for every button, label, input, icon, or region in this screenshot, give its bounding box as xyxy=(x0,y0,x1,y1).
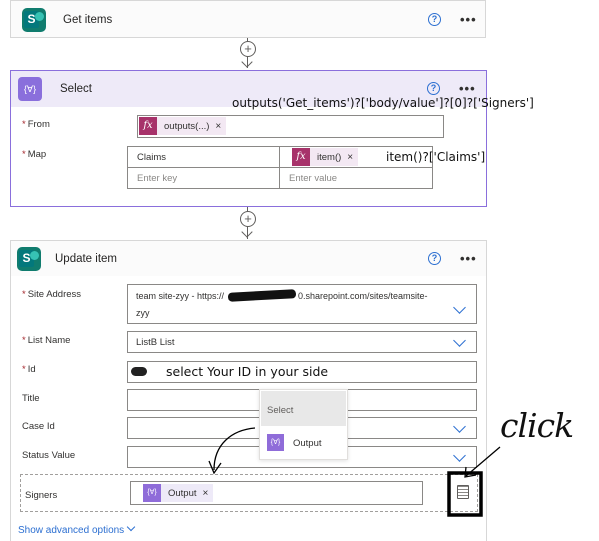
help-icon[interactable]: ? xyxy=(427,82,440,95)
arrow-down-icon xyxy=(241,56,253,68)
more-options-icon[interactable]: ••• xyxy=(460,12,477,27)
sharepoint-icon: S xyxy=(22,8,46,32)
get-items-title[interactable]: Get items xyxy=(63,14,112,26)
sharepoint-icon: S xyxy=(17,246,41,271)
switch-input-mode-icon[interactable] xyxy=(457,485,469,499)
site-address-field[interactable]: team site-zyy - https:// 0.sharepoint.co… xyxy=(127,284,477,324)
item-expression-annotation: item()?['Claims'] xyxy=(386,150,486,164)
from-token[interactable]: fx outputs(...) × xyxy=(139,117,227,135)
signers-token[interactable]: {∀} Output × xyxy=(143,484,214,502)
chevron-down-icon[interactable] xyxy=(453,334,466,347)
from-field[interactable]: fx outputs(...) × xyxy=(137,115,444,138)
map-key-input[interactable]: Enter key xyxy=(127,167,280,189)
remove-token-icon[interactable]: × xyxy=(347,152,358,163)
id-label: * Id xyxy=(22,364,36,375)
get-items-card[interactable]: S Get items ? ••• xyxy=(10,0,486,38)
from-label: * From xyxy=(22,119,50,130)
redaction-scribble xyxy=(227,289,297,302)
select-title[interactable]: Select xyxy=(60,83,92,95)
arrow-down-icon xyxy=(241,226,253,238)
more-options-icon[interactable]: ••• xyxy=(459,81,476,96)
map-label: * Map xyxy=(22,149,47,160)
add-step-icon[interactable]: + xyxy=(240,211,256,227)
list-name-label: * List Name xyxy=(22,335,71,346)
function-icon: fx xyxy=(292,148,310,166)
popup-item-output[interactable]: {∀} Output xyxy=(260,428,347,458)
variable-icon: {∀} xyxy=(143,484,161,502)
popup-header: Select xyxy=(261,391,346,426)
value-token[interactable]: fx item() × xyxy=(292,148,359,166)
select-card[interactable]: {∀} Select ? ••• * From fx outputs(...) ×… xyxy=(10,70,487,207)
outputs-expression-annotation: outputs('Get_items')?['body/value']?[0]?… xyxy=(232,96,534,110)
help-icon[interactable]: ? xyxy=(428,13,441,26)
status-value-label: Status Value xyxy=(22,450,76,461)
more-options-icon[interactable]: ••• xyxy=(460,251,477,266)
site-address-label: * Site Address xyxy=(22,289,82,300)
update-item-card[interactable]: S Update item ? ••• * Site Address team s… xyxy=(10,240,487,541)
click-annotation: click xyxy=(500,406,574,445)
show-advanced-options-link[interactable]: Show advanced options xyxy=(18,525,124,536)
add-step-icon[interactable]: + xyxy=(240,41,256,57)
chevron-down-icon[interactable] xyxy=(453,420,466,433)
map-key-field[interactable]: Claims xyxy=(127,146,280,168)
list-name-field[interactable]: ListB List xyxy=(127,331,477,353)
map-value-input[interactable]: Enter value xyxy=(279,167,433,189)
chevron-down-icon[interactable] xyxy=(126,522,136,532)
case-id-label: Case Id xyxy=(22,421,55,432)
dynamic-content-popup: Select {∀} Output xyxy=(259,389,348,460)
variable-icon: {∀} xyxy=(267,434,284,451)
help-icon[interactable]: ? xyxy=(428,252,441,265)
chevron-down-icon[interactable] xyxy=(453,449,466,462)
remove-token-icon[interactable]: × xyxy=(215,121,226,132)
function-icon: fx xyxy=(139,117,157,135)
signers-label: Signers xyxy=(25,490,58,501)
title-label: Title xyxy=(22,393,40,404)
redaction-scribble xyxy=(131,367,147,376)
remove-token-icon[interactable]: × xyxy=(203,488,214,499)
select-id-annotation: select Your ID in your side xyxy=(166,364,329,379)
signers-field[interactable]: {∀} Output × xyxy=(130,481,423,505)
chevron-down-icon[interactable] xyxy=(453,301,466,314)
update-item-title[interactable]: Update item xyxy=(55,253,117,265)
data-operation-icon: {∀} xyxy=(18,77,42,101)
